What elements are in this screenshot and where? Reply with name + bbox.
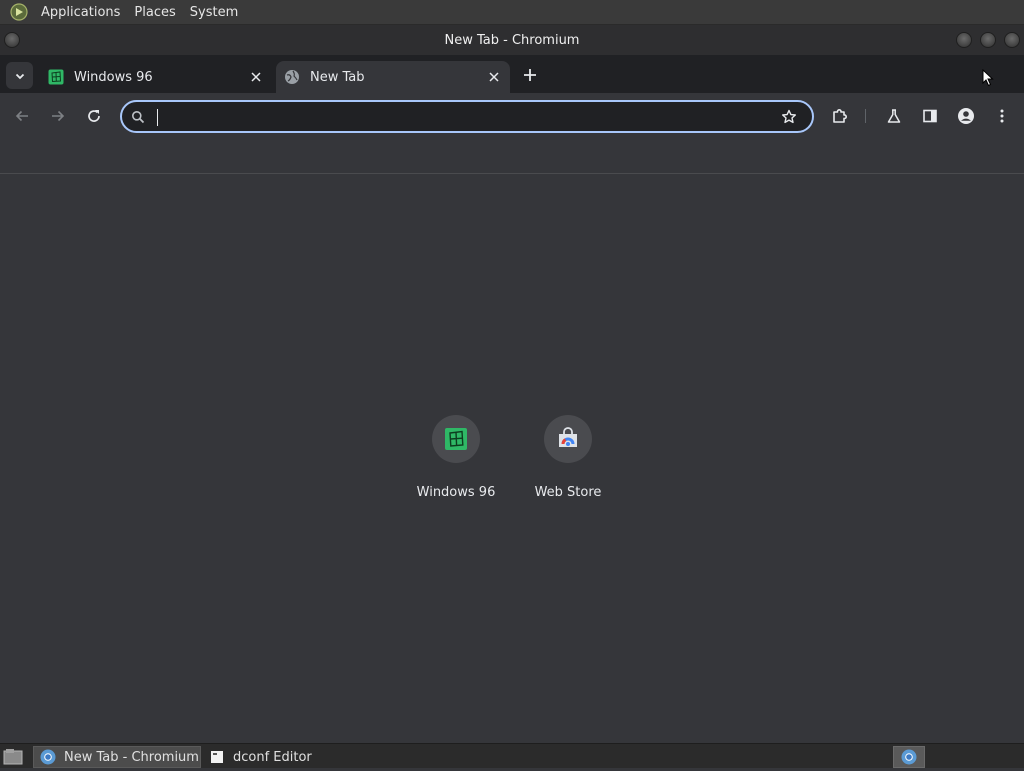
- tab-title: New Tab: [310, 69, 365, 85]
- omnibox[interactable]: [120, 100, 814, 133]
- shortcut-label: Web Store: [534, 485, 602, 500]
- new-tab-button[interactable]: [518, 63, 542, 87]
- shortcut-web-store[interactable]: Web Store: [512, 415, 624, 515]
- plus-icon: [524, 69, 536, 81]
- side-panel-icon: [923, 109, 937, 123]
- shortcut-label: Windows 96: [416, 485, 496, 500]
- toolbar-divider: [865, 109, 866, 123]
- arrow-right-icon: [52, 110, 65, 122]
- taskbar-item-chromium[interactable]: New Tab - Chromium: [33, 746, 201, 768]
- text-caret: [157, 109, 158, 126]
- menu-applications[interactable]: Applications: [34, 0, 127, 25]
- window-title: New Tab - Chromium: [444, 32, 580, 48]
- tab-strip: Windows 96 New Tab: [0, 55, 1024, 93]
- account-icon: [958, 108, 974, 124]
- webstore-icon: [559, 427, 577, 447]
- bookmark-bar-area: [0, 140, 1024, 174]
- task-label: dconf Editor: [233, 749, 312, 765]
- shortcut-icon-circle: [432, 415, 480, 463]
- tray-chromium-indicator[interactable]: [893, 746, 925, 768]
- maximize-button[interactable]: [980, 32, 996, 48]
- menu-places[interactable]: Places: [127, 0, 182, 25]
- puzzle-icon: [833, 109, 847, 123]
- reload-icon: [88, 110, 100, 122]
- labs-button[interactable]: [880, 102, 908, 130]
- browser-toolbar: [0, 93, 1024, 140]
- tab-title: Windows 96: [74, 69, 153, 85]
- mouse-cursor-icon: [982, 68, 994, 91]
- chromium-icon: [40, 749, 56, 765]
- show-desktop-button[interactable]: [2, 747, 24, 767]
- back-button[interactable]: [8, 102, 36, 130]
- close-tab-button[interactable]: [484, 67, 504, 87]
- omnibox-input[interactable]: [156, 106, 766, 128]
- globe-icon: [284, 69, 300, 85]
- reload-button[interactable]: [80, 102, 108, 130]
- task-label: New Tab - Chromium: [64, 749, 199, 765]
- applications-logo-icon[interactable]: [8, 1, 30, 23]
- chromium-icon: [901, 749, 917, 765]
- tab-windows96[interactable]: Windows 96: [40, 61, 272, 93]
- chevron-down-icon: [15, 73, 24, 79]
- desktop-icon: [3, 749, 23, 765]
- forward-button[interactable]: [44, 102, 72, 130]
- shortcut-windows96[interactable]: Windows 96: [400, 415, 512, 515]
- windows96-icon: [445, 428, 467, 450]
- shortcut-icon-circle: [544, 415, 592, 463]
- bookmark-star-icon[interactable]: [780, 108, 798, 126]
- minimize-button[interactable]: [956, 32, 972, 48]
- window-menu-button[interactable]: [4, 32, 20, 48]
- kebab-menu-icon: [1000, 109, 1004, 123]
- search-icon: [130, 109, 146, 125]
- window-titlebar[interactable]: New Tab - Chromium: [0, 25, 1024, 55]
- main-menu-button[interactable]: [988, 102, 1016, 130]
- top-panel: Applications Places System: [0, 0, 1024, 25]
- tab-new-tab[interactable]: New Tab: [276, 61, 510, 93]
- taskbar: New Tab - Chromium dconf Editor: [0, 743, 1024, 768]
- profile-button[interactable]: [952, 102, 980, 130]
- close-window-button[interactable]: [1004, 32, 1020, 48]
- flask-icon: [887, 109, 901, 123]
- arrow-left-icon: [15, 110, 28, 122]
- extensions-button[interactable]: [826, 102, 854, 130]
- dconf-icon: [209, 749, 225, 765]
- tab-search-button[interactable]: [6, 62, 33, 89]
- close-icon: [251, 72, 261, 82]
- side-panel-button[interactable]: [916, 102, 944, 130]
- windows96-icon: [48, 69, 64, 85]
- menu-system[interactable]: System: [183, 0, 245, 25]
- close-icon: [489, 72, 499, 82]
- close-tab-button[interactable]: [246, 67, 266, 87]
- taskbar-item-dconf-editor[interactable]: dconf Editor: [203, 746, 383, 768]
- new-tab-page: Windows 96 Web Store: [0, 175, 1024, 743]
